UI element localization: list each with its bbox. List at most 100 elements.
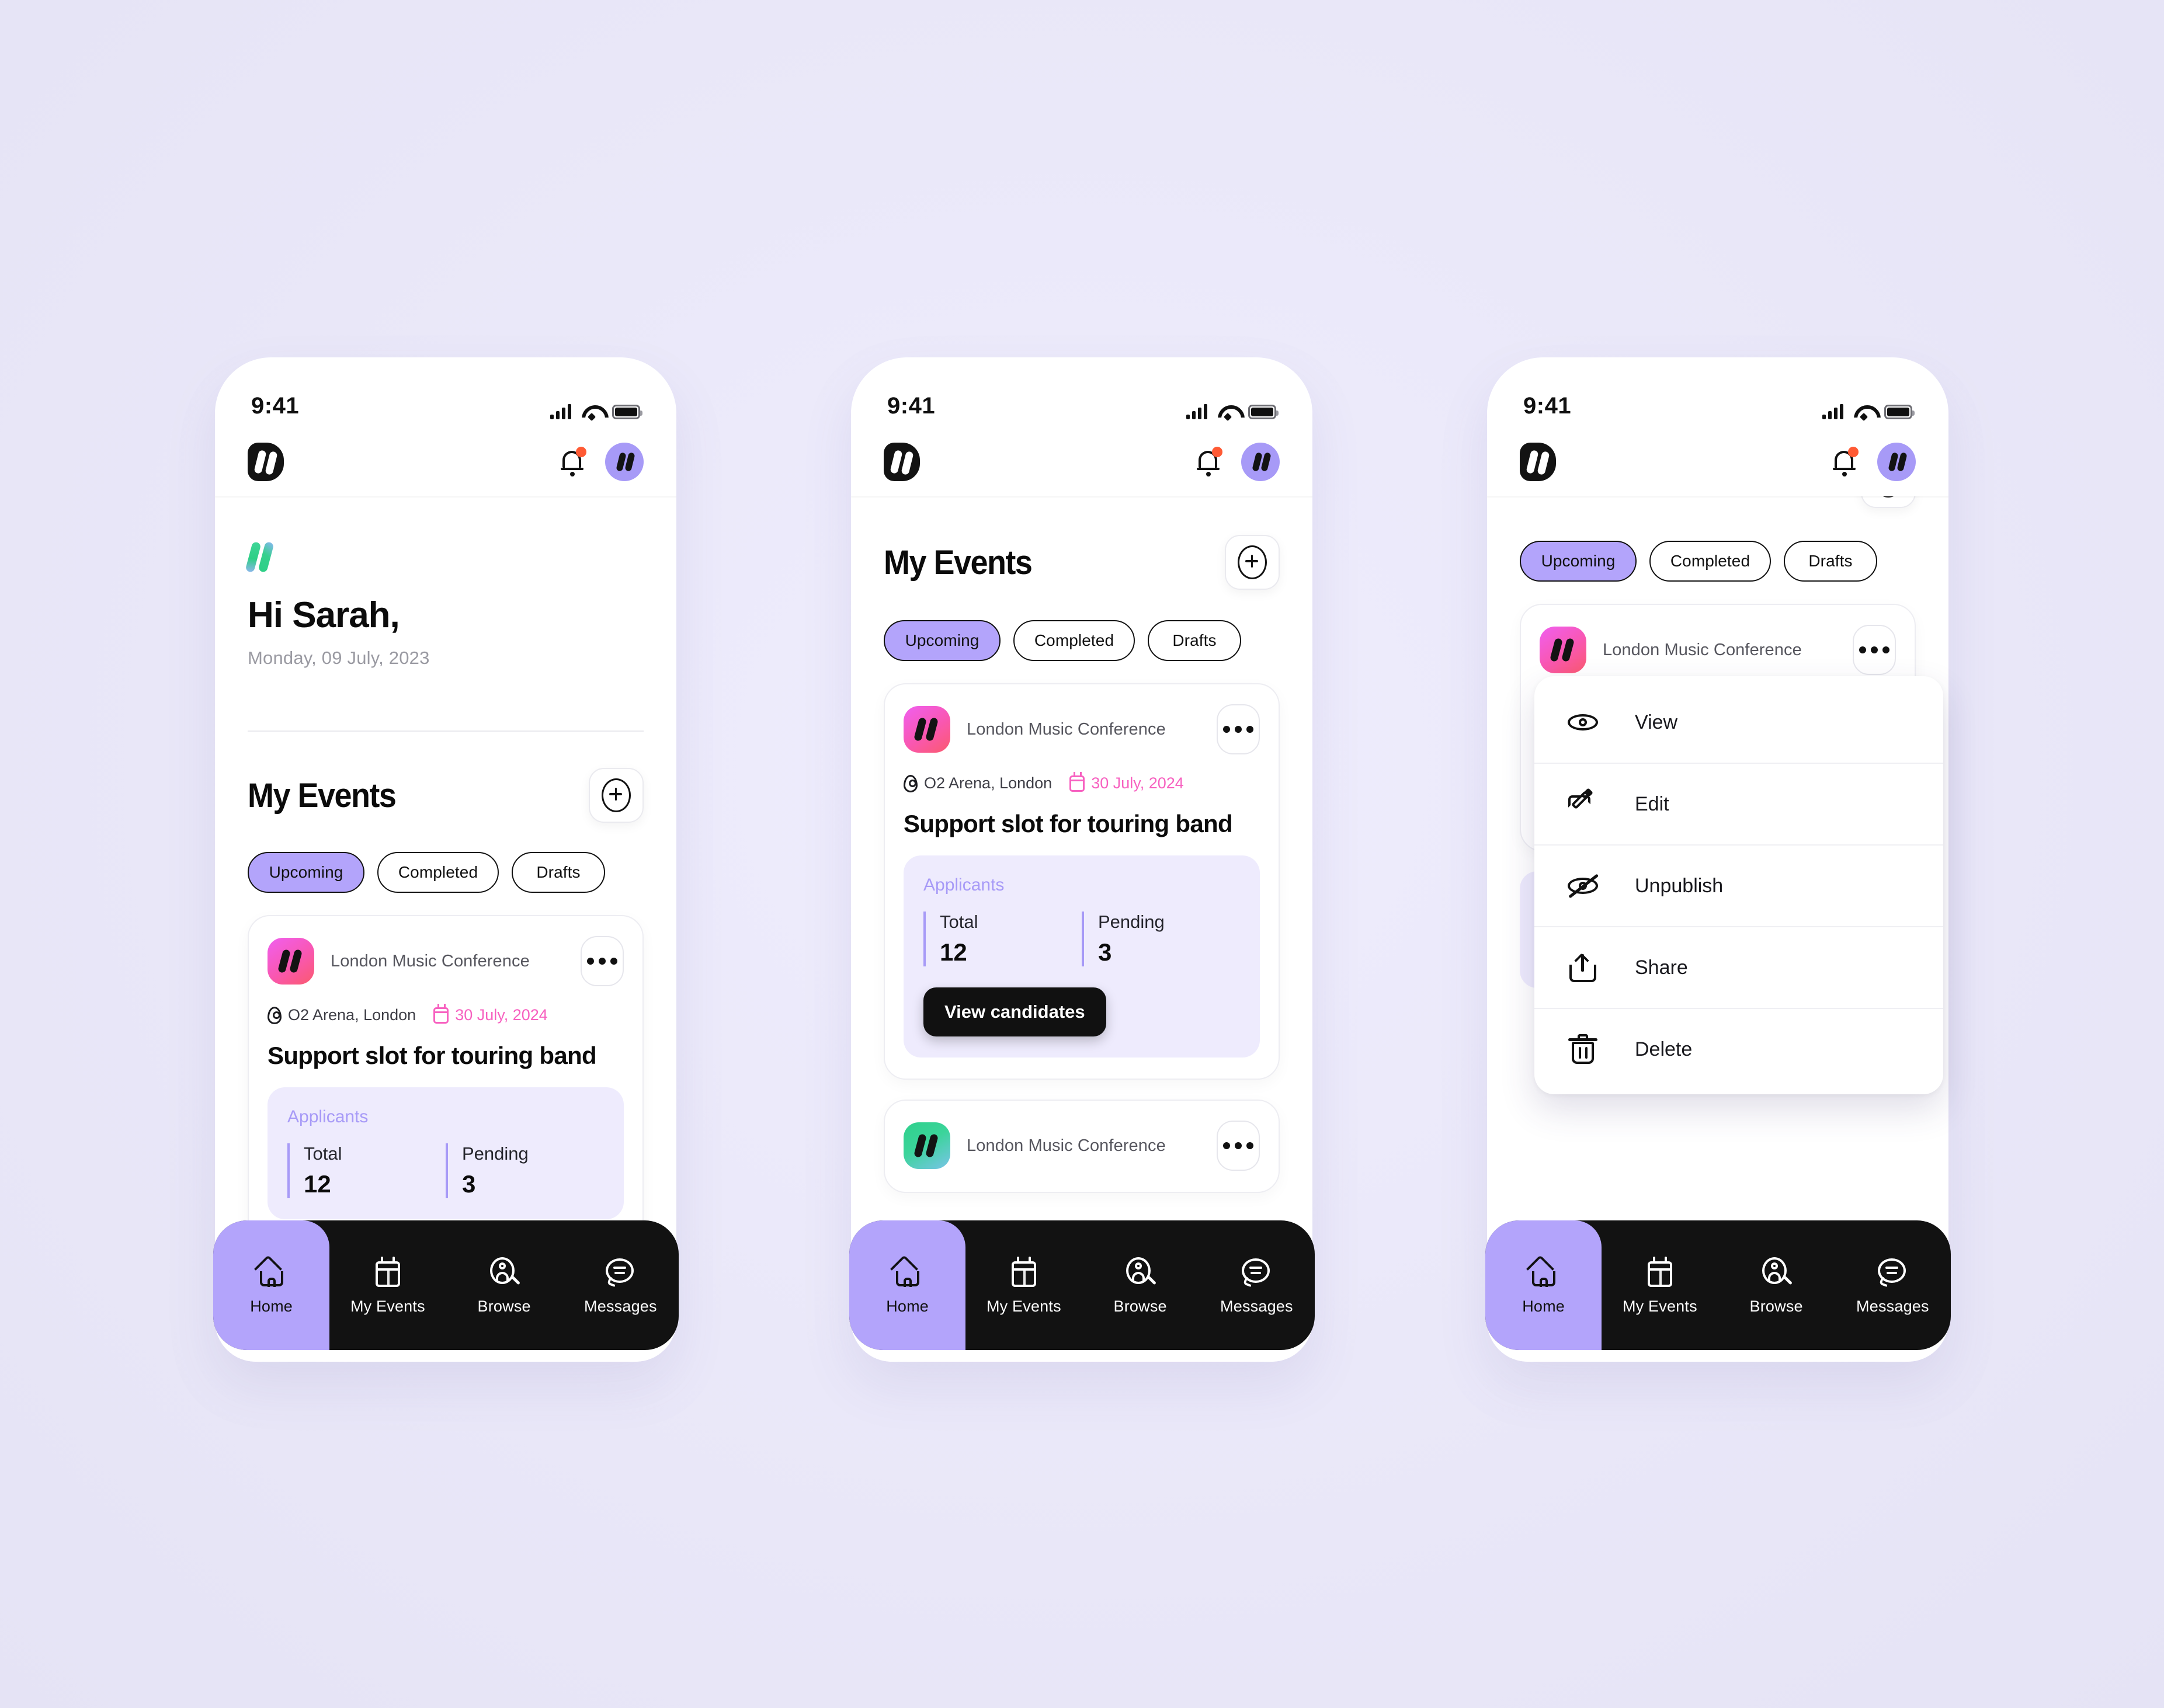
status-icons: [1186, 404, 1279, 419]
menu-item-share[interactable]: Share: [1534, 927, 1943, 1009]
menu-item-delete[interactable]: Delete: [1534, 1009, 1943, 1090]
menu-item-delete-label: Delete: [1635, 1038, 1693, 1060]
event-options-button[interactable]: [1853, 625, 1896, 675]
event-card-header: London Music Conference: [1540, 625, 1896, 675]
tab-drafts[interactable]: Drafts: [512, 852, 605, 893]
nav-label-browse: Browse: [477, 1297, 531, 1315]
wifi-icon: [1218, 404, 1238, 419]
brand-logo-icon[interactable]: [248, 443, 284, 481]
event-card[interactable]: London Music Conference O2 Arena, London…: [884, 683, 1280, 1080]
tab-upcoming[interactable]: Upcoming: [248, 852, 364, 893]
nav-item-home[interactable]: Home: [849, 1220, 966, 1350]
status-time: 9:41: [887, 393, 936, 419]
status-bar: 9:41: [851, 357, 1312, 427]
bottom-navigation: Home My Events Browse Messages: [1485, 1220, 1951, 1350]
organiser-avatar: [904, 706, 950, 753]
tab-upcoming[interactable]: Upcoming: [884, 620, 1001, 661]
stat-total: Total 12: [287, 1143, 446, 1198]
header-actions: [560, 443, 644, 481]
nav-item-messages[interactable]: Messages: [1199, 1220, 1315, 1350]
nav-item-browse[interactable]: Browse: [446, 1220, 562, 1350]
menu-item-view[interactable]: View: [1534, 682, 1943, 764]
bottom-navigation: Home My Events Browse Messages: [849, 1220, 1315, 1350]
nav-item-messages[interactable]: Messages: [562, 1220, 679, 1350]
nav-item-my-events[interactable]: My Events: [965, 1220, 1082, 1350]
divider: [248, 730, 644, 732]
add-event-button[interactable]: [1861, 496, 1916, 508]
nav-item-my-events[interactable]: My Events: [1602, 1220, 1718, 1350]
event-date: 30 July, 2024: [433, 1003, 548, 1024]
phone-mockup-home: 9:41 Hi Sarah, Monday, 09 July, 2023 My …: [215, 357, 676, 1362]
event-location: O2 Arena, London: [268, 1006, 416, 1024]
menu-item-view-label: View: [1635, 711, 1678, 733]
event-card[interactable]: London Music Conference: [884, 1100, 1280, 1193]
person-search-icon: [1123, 1255, 1157, 1289]
tab-upcoming[interactable]: Upcoming: [1520, 541, 1637, 582]
stat-pending-value: 3: [462, 1170, 476, 1198]
nav-item-my-events[interactable]: My Events: [329, 1220, 446, 1350]
menu-item-unpublish[interactable]: Unpublish: [1534, 846, 1943, 927]
calendar-icon: [1007, 1255, 1041, 1289]
status-time: 9:41: [1523, 393, 1572, 419]
add-event-button[interactable]: [1225, 535, 1280, 590]
status-icons: [550, 404, 642, 419]
nav-item-browse[interactable]: Browse: [1082, 1220, 1199, 1350]
stat-pending-value: 3: [1098, 938, 1112, 966]
event-options-button[interactable]: [581, 936, 624, 986]
brand-logo-icon[interactable]: [884, 443, 920, 481]
tab-completed[interactable]: Completed: [1013, 620, 1135, 661]
applicants-panel: Applicants Total 12 Pending 3: [268, 1087, 624, 1219]
menu-item-share-label: Share: [1635, 956, 1688, 979]
tab-drafts[interactable]: Drafts: [1148, 620, 1241, 661]
organiser-name: London Music Conference: [967, 719, 1166, 739]
my-events-header: My Events: [248, 768, 644, 823]
event-card-header: London Music Conference: [904, 1121, 1260, 1171]
profile-avatar[interactable]: [1877, 443, 1916, 481]
profile-avatar[interactable]: [1241, 443, 1280, 481]
organiser-avatar: [1540, 627, 1586, 673]
home-icon: [1526, 1254, 1561, 1289]
event-title: Support slot for touring band: [904, 810, 1233, 837]
stat-total-label: Total: [304, 1143, 342, 1164]
event-card-header: London Music Conference: [268, 936, 624, 986]
cellular-signal-icon: [1186, 404, 1207, 419]
event-options-button[interactable]: [1217, 1121, 1260, 1171]
calendar-icon: [1069, 771, 1085, 792]
organiser-name: London Music Conference: [331, 951, 530, 970]
plus-circle-icon: [602, 778, 631, 812]
event-location: O2 Arena, London: [904, 774, 1052, 792]
notification-bell-icon[interactable]: [560, 447, 586, 476]
bottom-navigation: Home My Events Browse Messages: [213, 1220, 679, 1350]
nav-label-my-events: My Events: [1622, 1297, 1697, 1315]
menu-item-edit[interactable]: Edit: [1534, 764, 1943, 846]
applicants-stats: Total 12 Pending 3: [923, 912, 1240, 966]
eye-off-icon: [1567, 870, 1599, 902]
add-event-button[interactable]: [589, 768, 644, 823]
event-card-header: London Music Conference: [904, 704, 1260, 754]
stat-total-label: Total: [940, 912, 978, 932]
wifi-icon: [1854, 404, 1874, 419]
event-options-button[interactable]: [1217, 704, 1260, 754]
event-card[interactable]: London Music Conference O2 Arena, London…: [248, 915, 644, 1241]
home-icon: [253, 1254, 289, 1289]
nav-item-home[interactable]: Home: [1485, 1220, 1602, 1350]
notification-badge: [1848, 447, 1859, 457]
accent-mark-icon: [245, 541, 279, 575]
event-location-text: O2 Arena, London: [924, 774, 1053, 792]
nav-item-messages[interactable]: Messages: [1835, 1220, 1951, 1350]
nav-item-home[interactable]: Home: [213, 1220, 330, 1350]
applicants-stats: Total 12 Pending 3: [287, 1143, 604, 1198]
page-title: My Events: [248, 776, 397, 815]
my-events-header: My Events: [884, 535, 1280, 590]
tab-drafts[interactable]: Drafts: [1784, 541, 1877, 582]
profile-avatar[interactable]: [605, 443, 644, 481]
brand-logo-icon[interactable]: [1520, 443, 1556, 481]
notification-bell-icon[interactable]: [1196, 447, 1222, 476]
view-candidates-button[interactable]: View candidates: [923, 987, 1106, 1036]
notification-bell-icon[interactable]: [1832, 447, 1859, 476]
app-header: [1487, 427, 1948, 496]
tab-completed[interactable]: Completed: [1649, 541, 1771, 582]
tab-completed[interactable]: Completed: [377, 852, 499, 893]
nav-item-browse[interactable]: Browse: [1718, 1220, 1835, 1350]
person-search-icon: [487, 1255, 521, 1289]
